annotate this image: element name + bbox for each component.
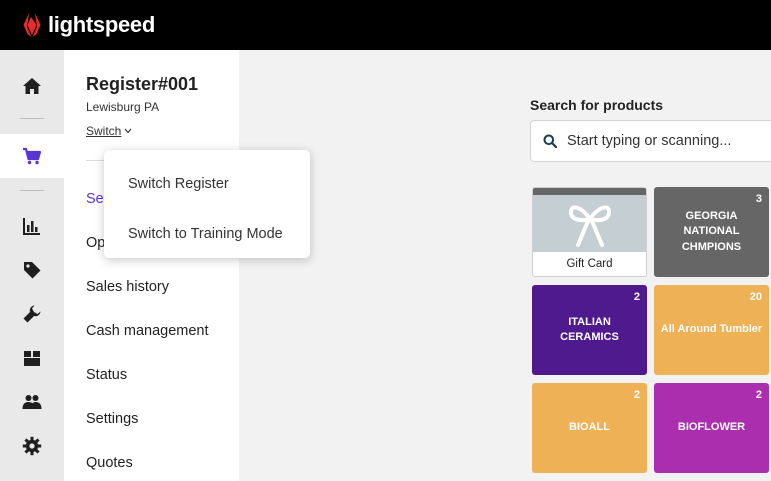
tile-count: 2 <box>633 291 640 303</box>
search-icon <box>543 134 557 148</box>
nav-items[interactable] <box>0 248 64 292</box>
register-panel: Register#001 Lewisburg PA Switch Sell Op… <box>64 50 239 481</box>
tile-header-bar <box>533 188 646 195</box>
register-title: Register#001 <box>86 74 199 94</box>
gift-card-image <box>533 195 646 252</box>
product-tile-gift-card[interactable]: Gift Card <box>532 187 647 277</box>
ribbon-bow-icon <box>568 204 611 247</box>
switch-link[interactable]: Switch <box>86 124 132 138</box>
menu-item-settings[interactable]: Settings <box>86 411 138 427</box>
search-input[interactable] <box>567 133 767 149</box>
nav-inventory[interactable] <box>0 336 64 380</box>
gear-icon <box>22 436 42 456</box>
register-location: Lewisburg PA <box>86 100 160 114</box>
search-box <box>530 120 771 162</box>
menu-item-cash-management[interactable]: Cash management <box>86 323 209 339</box>
product-tile-georgia-national[interactable]: GEORGIA NATIONAL CHMPIONS 3 <box>654 187 769 277</box>
switch-register-option[interactable]: Switch Register <box>128 176 229 192</box>
switch-label: Switch <box>86 124 122 138</box>
boxes-icon <box>24 351 40 366</box>
nav-divider <box>20 190 44 191</box>
nav-settings[interactable] <box>0 424 64 468</box>
cart-icon <box>23 147 42 165</box>
top-bar: lightspeed <box>0 0 771 50</box>
product-tile-italian-ceramics[interactable]: ITALIAN CERAMICS 2 <box>532 285 647 375</box>
nav-home[interactable] <box>0 64 64 108</box>
nav-sell[interactable] <box>0 134 64 178</box>
switch-training-mode-option[interactable]: Switch to Training Mode <box>128 226 283 242</box>
wrench-icon <box>23 305 41 323</box>
tile-name: GEORGIA NATIONAL CHMPIONS <box>681 209 742 253</box>
nav-divider <box>20 118 44 119</box>
nav-reports[interactable] <box>0 204 64 248</box>
home-icon <box>23 78 41 94</box>
menu-item-quotes[interactable]: Quotes <box>86 455 133 471</box>
tile-name: BIOALL <box>569 421 610 434</box>
tile-name: ITALIAN CERAMICS <box>560 315 619 343</box>
brand-logo[interactable]: lightspeed <box>22 12 155 38</box>
nav-customers[interactable] <box>0 380 64 424</box>
product-tile-bioflower[interactable]: BIOFLOWER 2 <box>654 383 769 473</box>
chevron-down-icon <box>124 128 132 134</box>
tile-count: 3 <box>755 193 762 205</box>
left-nav <box>0 50 64 481</box>
bar-chart-icon <box>23 218 40 235</box>
search-label: Search for products <box>530 97 664 113</box>
product-tile-bioall[interactable]: BIOALL 2 <box>532 383 647 473</box>
tile-count: 2 <box>633 389 640 401</box>
users-icon <box>22 395 42 409</box>
flame-icon <box>23 13 41 37</box>
menu-item-status[interactable]: Status <box>86 367 127 383</box>
tag-icon <box>24 262 41 279</box>
tile-count: 20 <box>749 291 762 303</box>
menu-item-sales-history[interactable]: Sales history <box>86 279 169 295</box>
switch-dropdown: Switch Register Switch to Training Mode <box>104 150 310 258</box>
tile-name: BIOFLOWER <box>677 421 746 434</box>
product-tile-all-around-tumbler[interactable]: All Around Tumbler 20 <box>654 285 769 375</box>
tile-name: Gift Card <box>566 258 613 270</box>
tile-count: 2 <box>755 389 762 401</box>
brand-name: lightspeed <box>48 12 156 37</box>
nav-service[interactable] <box>0 292 64 336</box>
